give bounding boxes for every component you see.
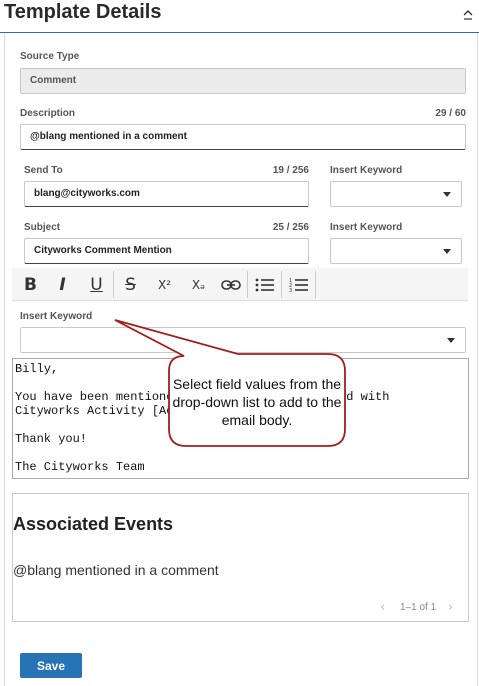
send-to-keyword-label: Insert Keyword <box>330 165 403 176</box>
associated-events-title: Associated Events <box>13 514 174 534</box>
numbered-list-button[interactable]: 1 2 3 <box>282 268 315 301</box>
svg-text:3: 3 <box>289 288 292 293</box>
editor-toolbar: B I U S X² Xₔ 1 2 3 <box>12 268 468 301</box>
italic-button[interactable]: I <box>46 268 79 301</box>
panel-header: Template Details <box>0 0 479 33</box>
chevron-down-icon <box>443 249 451 254</box>
send-to-keyword-select[interactable] <box>330 181 462 207</box>
toolbar-divider <box>315 271 316 298</box>
subject-keyword-select[interactable] <box>330 238 462 264</box>
list-item[interactable]: @blang mentioned in a comment <box>13 562 219 578</box>
body-keyword-label: Insert Keyword <box>20 311 93 322</box>
subject-keyword-label: Insert Keyword <box>330 222 403 233</box>
bold-button[interactable]: B <box>14 268 47 301</box>
bulleted-list-icon <box>255 278 274 291</box>
link-icon <box>220 279 241 290</box>
page-title: Template Details <box>4 1 162 23</box>
description-counter: 29 / 60 <box>435 108 466 119</box>
body-keyword-select[interactable] <box>20 327 466 353</box>
send-to-counter: 19 / 256 <box>272 165 309 176</box>
send-to-input[interactable]: blang@cityworks.com <box>24 181 309 207</box>
send-to-label: Send To <box>24 165 63 176</box>
callout-text: Select field values from the drop-down l… <box>172 376 342 428</box>
toolbar-divider <box>113 271 114 298</box>
numbered-list-icon: 1 2 3 <box>289 278 308 293</box>
description-label: Description <box>20 108 76 119</box>
associated-events-panel: Associated Events @blang mentioned in a … <box>12 493 469 622</box>
source-type-label: Source Type <box>20 51 80 62</box>
chevron-down-icon <box>447 338 455 343</box>
subject-input[interactable]: Cityworks Comment Mention <box>24 238 309 264</box>
description-input[interactable]: @blang mentioned in a comment <box>20 124 466 150</box>
subject-counter: 25 / 256 <box>272 222 309 233</box>
source-type-field: Comment <box>20 68 466 94</box>
strikethrough-button[interactable]: S <box>114 268 147 301</box>
bulleted-list-button[interactable] <box>248 268 281 301</box>
link-button[interactable] <box>214 268 247 301</box>
chevron-left-icon[interactable]: ‹ <box>380 600 385 615</box>
chevron-down-icon <box>443 192 451 197</box>
superscript-button[interactable]: X² <box>148 268 181 301</box>
save-button[interactable]: Save <box>20 653 82 678</box>
pager-status: 1–1 of 1 <box>400 602 437 613</box>
chevron-up-icon[interactable] <box>461 7 475 21</box>
chevron-right-icon[interactable]: › <box>448 600 453 615</box>
subject-label: Subject <box>24 222 61 233</box>
underline-button[interactable]: U <box>80 268 113 301</box>
subscript-button[interactable]: Xₔ <box>182 268 215 301</box>
